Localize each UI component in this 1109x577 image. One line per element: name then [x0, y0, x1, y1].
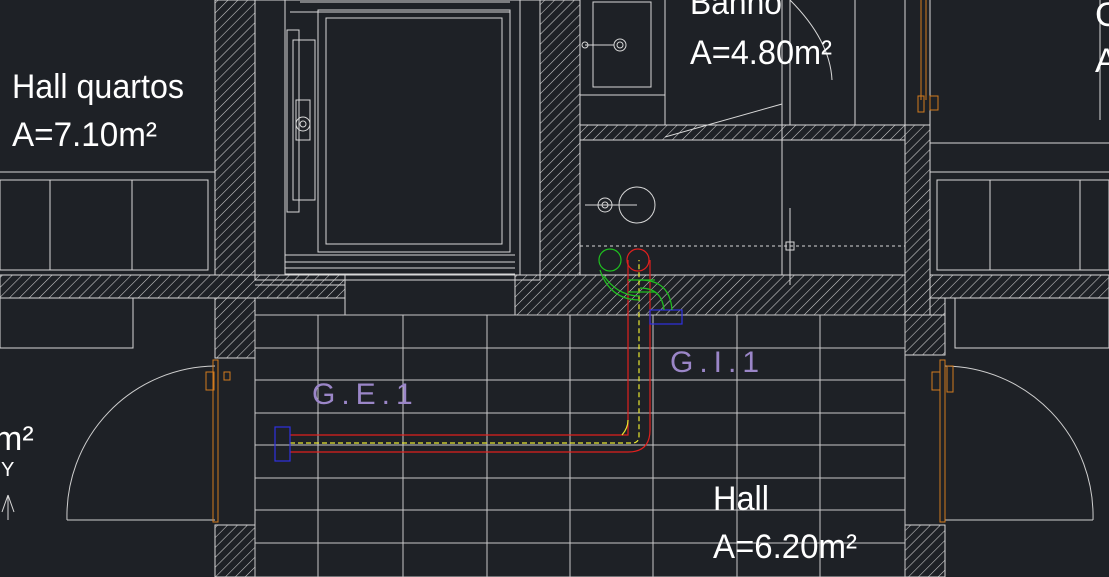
- left-door-swing: [66, 365, 216, 521]
- ge1-tag: G.E.1: [312, 378, 419, 411]
- left-axis-letter: Y: [1, 459, 14, 481]
- wall-horizontal-left: [0, 274, 346, 299]
- banho-name: Banho: [690, 0, 782, 22]
- wall-horizontal-right: [929, 274, 1109, 299]
- hall-quartos-area: A=7.10m²: [12, 116, 157, 154]
- bidet-icon: [579, 139, 783, 276]
- wall-right-lower: [904, 314, 946, 356]
- left-area-fragment: m²: [0, 420, 34, 458]
- wall-left-vertical: [214, 0, 256, 276]
- right-door-swing: [944, 365, 1094, 521]
- left-room-furniture: [0, 171, 215, 349]
- gi1-tag: G.I.1: [670, 346, 765, 379]
- banho-area: A=4.80m²: [690, 34, 832, 72]
- wall-shaft-right: [539, 0, 581, 281]
- hall-area: A=6.20m²: [713, 528, 857, 566]
- floor-plan-drawing: Hall quartos A=7.10m² Banho A=4.80m² Hal…: [0, 0, 1109, 577]
- hall-name: Hall: [713, 480, 769, 518]
- right-name-fragment: C: [1095, 0, 1109, 34]
- wall-bathroom-base: [579, 124, 906, 141]
- axis-arrow-icon: [1, 494, 15, 520]
- hall-quartos-name: Hall quartos: [12, 68, 184, 106]
- ge1-marker: [274, 426, 291, 462]
- right-area-fragment: A: [1095, 42, 1109, 80]
- elevator-icon: [254, 0, 541, 315]
- wall-left-lower: [214, 524, 256, 577]
- wall-right-bottom: [904, 524, 946, 577]
- red-outlet-circle: [626, 248, 650, 272]
- wall-left-mid: [214, 297, 256, 359]
- green-outlet-circle: [598, 248, 622, 272]
- wall-right-vertical: [904, 124, 931, 316]
- wall-horizontal-center: [514, 274, 946, 316]
